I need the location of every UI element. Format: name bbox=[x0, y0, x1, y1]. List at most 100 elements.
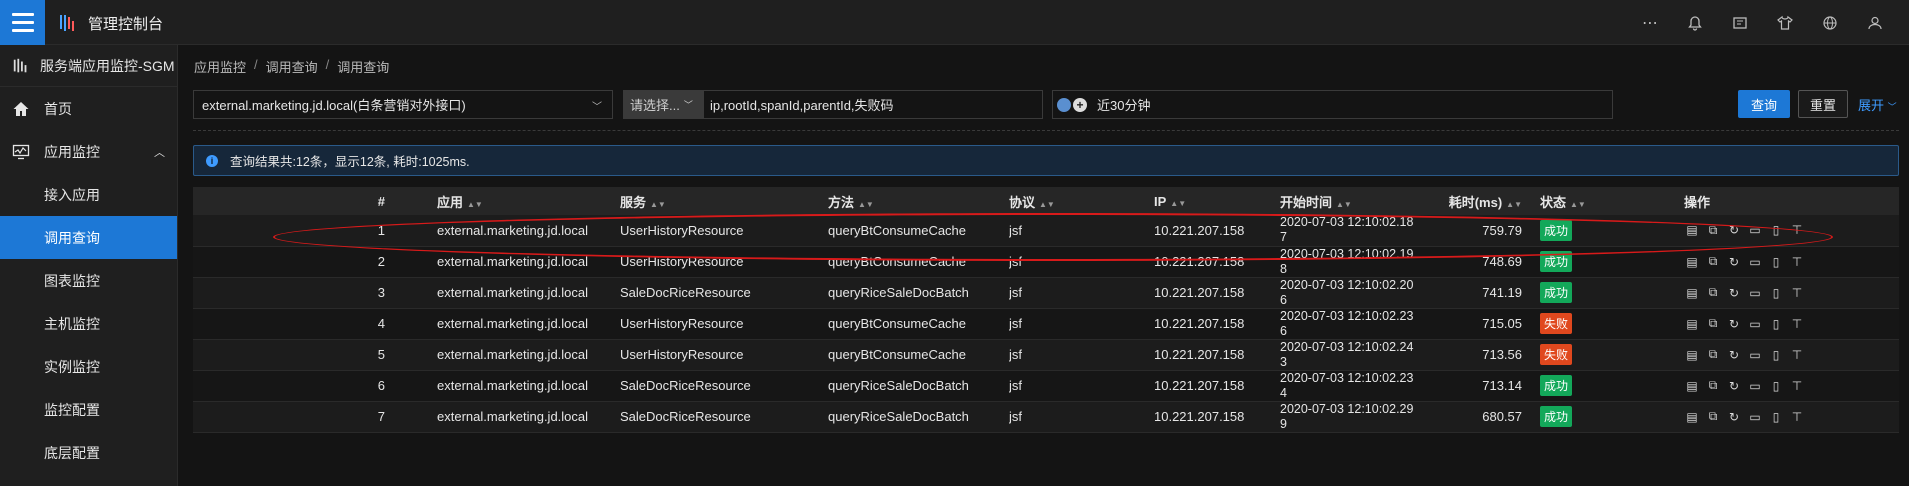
copy-icon[interactable]: ⧉ bbox=[1705, 347, 1721, 363]
sidebar-item-app-monitor[interactable]: 应用监控 ︿ bbox=[0, 130, 177, 173]
row-service: SaleDocRiceResource bbox=[620, 409, 751, 424]
card-icon[interactable]: ▭ bbox=[1747, 254, 1763, 270]
row-protocol: jsf bbox=[1009, 222, 1022, 238]
document-icon[interactable]: ▯ bbox=[1768, 378, 1784, 394]
breadcrumb-item[interactable]: 调用查询 bbox=[266, 57, 318, 76]
copy-icon[interactable]: ⧉ bbox=[1705, 285, 1721, 301]
refresh-icon[interactable]: ↻ bbox=[1726, 222, 1742, 238]
refresh-icon[interactable]: ↻ bbox=[1726, 378, 1742, 394]
document-icon[interactable]: ▯ bbox=[1768, 222, 1784, 238]
globe-icon[interactable] bbox=[1820, 13, 1840, 33]
copy-icon[interactable]: ⧉ bbox=[1705, 378, 1721, 394]
card-icon[interactable]: ▭ bbox=[1747, 285, 1763, 301]
document-icon[interactable]: ▯ bbox=[1768, 347, 1784, 363]
expand-link[interactable]: 展开 ﹀ bbox=[1858, 95, 1897, 114]
row-protocol: jsf bbox=[1009, 316, 1022, 331]
row-service: UserHistoryResource bbox=[620, 316, 744, 331]
bell-icon[interactable] bbox=[1685, 13, 1705, 33]
sidebar-item-instance-monitor[interactable]: 实例监控 bbox=[0, 345, 177, 388]
note-icon[interactable] bbox=[1730, 13, 1750, 33]
breadcrumb-item[interactable]: 应用监控 bbox=[194, 57, 246, 76]
row-service: SaleDocRiceResource bbox=[620, 378, 751, 393]
detail-icon[interactable]: ▤ bbox=[1684, 254, 1700, 270]
tree-icon[interactable]: ⊤ bbox=[1789, 254, 1805, 270]
row-app: external.marketing.jd.local bbox=[437, 347, 589, 362]
refresh-icon[interactable]: ↻ bbox=[1726, 347, 1742, 363]
detail-icon[interactable]: ▤ bbox=[1684, 222, 1700, 238]
app-select[interactable]: external.marketing.jd.local(白条营销对外接口) ﹀ bbox=[193, 90, 613, 119]
detail-icon[interactable]: ▤ bbox=[1684, 378, 1700, 394]
column-header-app[interactable]: 应用 ▲▼ bbox=[385, 187, 620, 215]
sort-icon: ▲▼ bbox=[1570, 199, 1586, 209]
sidebar-item-base-config[interactable]: 底层配置 bbox=[0, 431, 177, 474]
sidebar-item-home[interactable]: 首页 bbox=[0, 87, 177, 130]
table-row[interactable]: 4 external.marketing.jd.local UserHistoryR… bbox=[193, 308, 1899, 339]
time-range-picker[interactable]: + 近30分钟 bbox=[1052, 90, 1613, 119]
column-header-cost[interactable]: 耗时(ms) ▲▼ bbox=[1420, 187, 1540, 215]
tree-icon[interactable]: ⊤ bbox=[1789, 409, 1805, 425]
tree-icon[interactable]: ⊤ bbox=[1789, 222, 1805, 238]
row-ip: 10.221.207.158 bbox=[1154, 409, 1245, 424]
card-icon[interactable]: ▭ bbox=[1747, 316, 1763, 332]
row-cost: 741.19 bbox=[1482, 285, 1522, 300]
copy-icon[interactable]: ⧉ bbox=[1705, 254, 1721, 270]
tree-icon[interactable]: ⊤ bbox=[1789, 378, 1805, 394]
tree-icon[interactable]: ⊤ bbox=[1789, 316, 1805, 332]
row-start-time: 2020-07-03 12:10:02.187 bbox=[1280, 215, 1414, 245]
refresh-icon[interactable]: ↻ bbox=[1726, 409, 1742, 425]
reset-button[interactable]: 重置 bbox=[1798, 90, 1848, 118]
result-info-text: 查询结果共:12条，显示12条, 耗时:1025ms. bbox=[230, 155, 470, 169]
row-cost: 759.79 bbox=[1482, 222, 1522, 238]
column-header-service[interactable]: 服务 ▲▼ bbox=[620, 187, 828, 215]
refresh-icon[interactable]: ↻ bbox=[1726, 285, 1742, 301]
card-icon[interactable]: ▭ bbox=[1747, 409, 1763, 425]
sidebar-item-access-app[interactable]: 接入应用 bbox=[0, 173, 177, 216]
chevron-down-icon: ﹀ bbox=[592, 102, 602, 113]
menu-toggle-icon[interactable] bbox=[0, 0, 45, 45]
detail-icon[interactable]: ▤ bbox=[1684, 347, 1700, 363]
document-icon[interactable]: ▯ bbox=[1768, 409, 1784, 425]
refresh-icon[interactable]: ↻ bbox=[1726, 254, 1742, 270]
search-button[interactable]: 查询 bbox=[1738, 90, 1790, 118]
column-header-status[interactable]: 状态 ▲▼ bbox=[1540, 187, 1684, 215]
column-header-protocol[interactable]: 协议 ▲▼ bbox=[1009, 187, 1154, 215]
card-icon[interactable]: ▭ bbox=[1747, 347, 1763, 363]
row-start-time: 2020-07-03 12:10:02.243 bbox=[1280, 339, 1414, 369]
table-row[interactable]: 6 external.marketing.jd.local SaleDocRiceR… bbox=[193, 370, 1899, 401]
table-row[interactable]: 5 external.marketing.jd.local UserHistoryR… bbox=[193, 339, 1899, 370]
detail-icon[interactable]: ▤ bbox=[1684, 409, 1700, 425]
tree-icon[interactable]: ⊤ bbox=[1789, 347, 1805, 363]
detail-icon[interactable]: ▤ bbox=[1684, 316, 1700, 332]
query-input[interactable]: ip,rootId,spanId,parentId,失败码 bbox=[704, 95, 894, 114]
card-icon[interactable]: ▭ bbox=[1747, 378, 1763, 394]
shirt-icon[interactable] bbox=[1775, 13, 1795, 33]
column-header-method[interactable]: 方法 ▲▼ bbox=[828, 187, 1009, 215]
table-row[interactable]: 7 external.marketing.jd.local SaleDocRiceR… bbox=[193, 401, 1899, 432]
sidebar-item-chart-monitor[interactable]: 图表监控 bbox=[0, 259, 177, 302]
column-header-start-time[interactable]: 开始时间 ▲▼ bbox=[1280, 187, 1420, 215]
document-icon[interactable]: ▯ bbox=[1768, 285, 1784, 301]
query-type-select[interactable]: 请选择... ﹀ bbox=[624, 91, 704, 118]
document-icon[interactable]: ▯ bbox=[1768, 316, 1784, 332]
row-index: 2 bbox=[377, 254, 385, 269]
copy-icon[interactable]: ⧉ bbox=[1705, 222, 1721, 238]
copy-icon[interactable]: ⧉ bbox=[1705, 409, 1721, 425]
column-header-ip[interactable]: IP ▲▼ bbox=[1154, 187, 1280, 215]
sidebar-app-header[interactable]: 服务端应用监控-SGM bbox=[0, 45, 177, 87]
refresh-icon[interactable]: ↻ bbox=[1726, 316, 1742, 332]
sidebar-item-call-query[interactable]: 调用查询 bbox=[0, 216, 177, 259]
copy-icon[interactable]: ⧉ bbox=[1705, 316, 1721, 332]
table-row[interactable]: 2 external.marketing.jd.local UserHistoryR… bbox=[193, 246, 1899, 277]
card-icon[interactable]: ▭ bbox=[1747, 222, 1763, 238]
document-icon[interactable]: ▯ bbox=[1768, 254, 1784, 270]
user-icon[interactable] bbox=[1865, 13, 1885, 33]
table-row[interactable]: 1 external.marketing.jd.local UserHistoryR… bbox=[193, 215, 1899, 246]
sidebar-item-monitor-config[interactable]: 监控配置 bbox=[0, 388, 177, 431]
sort-icon: ▲▼ bbox=[1170, 198, 1187, 208]
detail-icon[interactable]: ▤ bbox=[1684, 285, 1700, 301]
more-icon[interactable]: ⋯ bbox=[1640, 13, 1660, 33]
time-toggle-icon[interactable]: + bbox=[1057, 95, 1091, 115]
tree-icon[interactable]: ⊤ bbox=[1789, 285, 1805, 301]
table-row[interactable]: 3 external.marketing.jd.local SaleDocRiceR… bbox=[193, 277, 1899, 308]
sidebar-item-host-monitor[interactable]: 主机监控 bbox=[0, 302, 177, 345]
